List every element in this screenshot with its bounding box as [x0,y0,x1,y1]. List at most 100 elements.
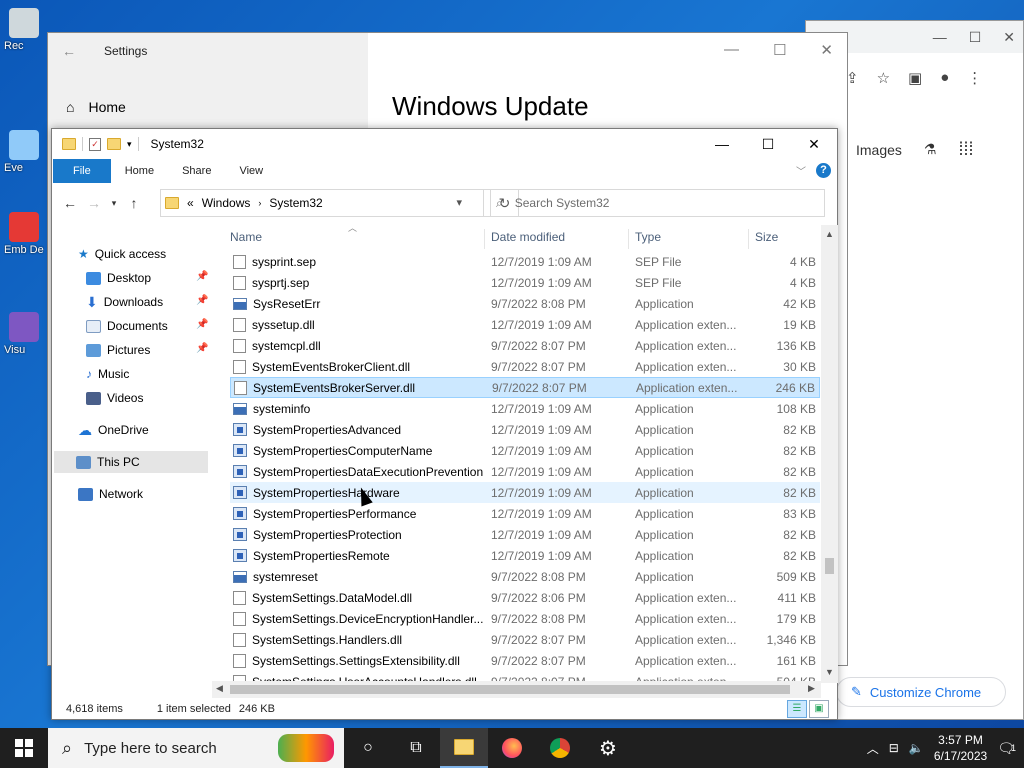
table-row[interactable]: SystemPropertiesAdvanced 12/7/2019 1:09 A… [230,419,820,440]
table-row[interactable]: SystemSettings.DataModel.dll 9/7/2022 8:0… [230,587,820,608]
minimize-button[interactable]: — [699,129,745,159]
settings-home-item[interactable]: ⌂ Home [66,99,126,115]
details-view-icon[interactable]: ☰ [787,700,807,718]
nav-videos[interactable]: Videos [86,387,143,409]
close-icon[interactable]: ✕ [1003,29,1015,46]
scrollbar-thumb[interactable] [230,685,790,694]
table-row[interactable]: syssetup.dll 12/7/2019 1:09 AM Application… [230,314,820,335]
nav-onedrive[interactable]: ☁ OneDrive [78,419,149,441]
chrome-icon[interactable] [536,728,584,768]
table-row[interactable]: SystemEventsBrokerClient.dll 9/7/2022 8:0… [230,356,820,377]
close-button[interactable]: ✕ [791,129,837,159]
taskbar-search-box[interactable]: ⌕ Type here to search [48,728,344,768]
start-button[interactable] [0,728,48,768]
column-header-size[interactable]: Size [755,225,778,249]
breadcrumb-system32[interactable]: System32 [269,196,322,210]
column-header-name[interactable]: Name [230,225,262,249]
expand-ribbon-icon[interactable]: ﹀ [796,163,806,178]
column-header-date[interactable]: Date modified [491,225,565,249]
side-panel-icon[interactable]: ▣ [908,69,922,87]
chevron-down-icon[interactable]: ▾ [456,196,462,209]
settings-gear-icon[interactable]: ⚙ [584,728,632,768]
table-row[interactable]: sysprtj.sep 12/7/2019 1:09 AM SEP File 4 KB [230,272,820,293]
table-row[interactable]: SystemPropertiesRemote 12/7/2019 1:09 AM A… [230,545,820,566]
nav-quick-access[interactable]: ★ Quick access [78,243,166,265]
close-icon[interactable]: ✕ [820,41,833,59]
column-divider[interactable] [748,229,749,249]
scroll-up-icon[interactable]: ▲ [825,229,834,239]
tab-share[interactable]: Share [168,159,225,183]
desktop-icon-recycle-bin[interactable]: Rec [4,8,44,52]
customize-qat-icon[interactable]: ▾ [127,139,132,150]
minimize-icon[interactable]: — [933,29,947,45]
table-row[interactable]: systeminfo 12/7/2019 1:09 AM Application 10… [230,398,820,419]
vertical-scrollbar[interactable]: ▲ ▼ [821,225,838,683]
desktop-icon-eve[interactable]: Eve [4,130,44,174]
tab-view[interactable]: View [225,159,277,183]
nav-documents[interactable]: Documents [86,315,168,337]
scroll-left-icon[interactable]: ◀ [216,683,223,694]
address-overflow[interactable]: « [187,196,194,210]
table-row[interactable]: systemcpl.dll 9/7/2022 8:07 PM Application… [230,335,820,356]
table-row[interactable]: SystemPropertiesProtection 12/7/2019 1:09… [230,524,820,545]
horizontal-scrollbar[interactable]: ◀ ▶ [212,681,821,698]
tab-home[interactable]: Home [111,159,168,183]
bookmark-star-icon[interactable]: ☆ [877,69,890,87]
help-icon[interactable]: ? [816,163,831,178]
apps-grid-icon[interactable]: ⁞⁞⁞ [958,139,973,160]
cortana-icon[interactable]: ○ [344,728,392,768]
maximize-button[interactable]: ☐ [745,129,791,159]
labs-flask-icon[interactable]: ⚗ [924,141,937,158]
profile-icon[interactable]: ● [940,69,949,87]
desktop-icon-visu[interactable]: Visu [4,312,44,356]
scroll-down-icon[interactable]: ▼ [825,667,834,677]
column-header-type[interactable]: Type [635,225,661,249]
table-row[interactable]: SystemSettings.DeviceEncryptionHandler..… [230,608,820,629]
maximize-icon[interactable]: ☐ [969,29,982,46]
scroll-right-icon[interactable]: ▶ [808,683,815,694]
volume-muted-icon[interactable]: 🔈 [909,741,924,755]
table-row[interactable]: SystemPropertiesHardware 12/7/2019 1:09 A… [230,482,820,503]
task-view-icon[interactable]: ⧉ [392,728,440,768]
chevron-up-icon[interactable]: ︿ [867,740,879,757]
minimize-icon[interactable]: — [724,41,739,59]
table-row[interactable]: SystemEventsBrokerServer.dll 9/7/2022 8:0… [230,377,820,398]
maximize-icon[interactable]: ☐ [773,41,786,59]
nav-this-pc[interactable]: This PC [54,451,208,473]
search-input[interactable]: ⌕ Search System32 [483,189,825,217]
customize-chrome-button[interactable]: ✎ Customize Chrome [836,677,1006,707]
table-row[interactable]: SystemPropertiesComputerName 12/7/2019 1:… [230,440,820,461]
address-bar[interactable]: « Windows › System32 ▾ [160,189,491,217]
new-folder-icon[interactable] [107,138,121,150]
nav-desktop[interactable]: Desktop [86,267,151,289]
table-row[interactable]: systemreset 9/7/2022 8:08 PM Application 50… [230,566,820,587]
table-row[interactable]: sysprint.sep 12/7/2019 1:09 AM SEP File 4 K… [230,251,820,272]
images-link[interactable]: Images [856,142,902,158]
firefox-icon[interactable] [488,728,536,768]
forward-arrow-icon[interactable]: → [82,195,106,211]
table-row[interactable]: SystemSettings.Handlers.dll 9/7/2022 8:07… [230,629,820,650]
column-divider[interactable] [628,229,629,249]
large-icons-view-icon[interactable]: ▣ [809,700,829,718]
back-arrow-icon[interactable]: ← [62,43,76,59]
scrollbar-thumb[interactable] [825,558,834,574]
properties-icon[interactable]: ✓ [89,137,101,151]
table-row[interactable]: SystemPropertiesPerformance 12/7/2019 1:0… [230,503,820,524]
file-explorer-taskbar-icon[interactable] [440,728,488,768]
nav-downloads[interactable]: ⬇ Downloads [86,291,163,313]
breadcrumb-windows[interactable]: Windows [202,196,251,210]
back-arrow-icon[interactable]: ← [58,195,82,211]
network-status-icon[interactable]: ⊟ [889,741,899,755]
clock[interactable]: 3:57 PM 6/17/2023 [934,732,987,764]
up-arrow-icon[interactable]: ↑ [122,195,146,211]
table-row[interactable]: SystemSettings.SettingsExtensibility.dll… [230,650,820,671]
desktop-icon-emb[interactable]: Emb De [4,212,44,256]
nav-pictures[interactable]: Pictures [86,339,150,361]
nav-music[interactable]: ♪ Music [86,363,129,385]
more-menu-icon[interactable]: ⋮ [967,69,982,87]
recent-locations-icon[interactable]: ▾ [106,198,122,209]
table-row[interactable]: SystemPropertiesDataExecutionPrevention 1… [230,461,820,482]
table-row[interactable]: SysResetErr 9/7/2022 8:08 PM Application 42… [230,293,820,314]
tab-file[interactable]: File [53,159,111,183]
nav-network[interactable]: Network [78,483,143,505]
